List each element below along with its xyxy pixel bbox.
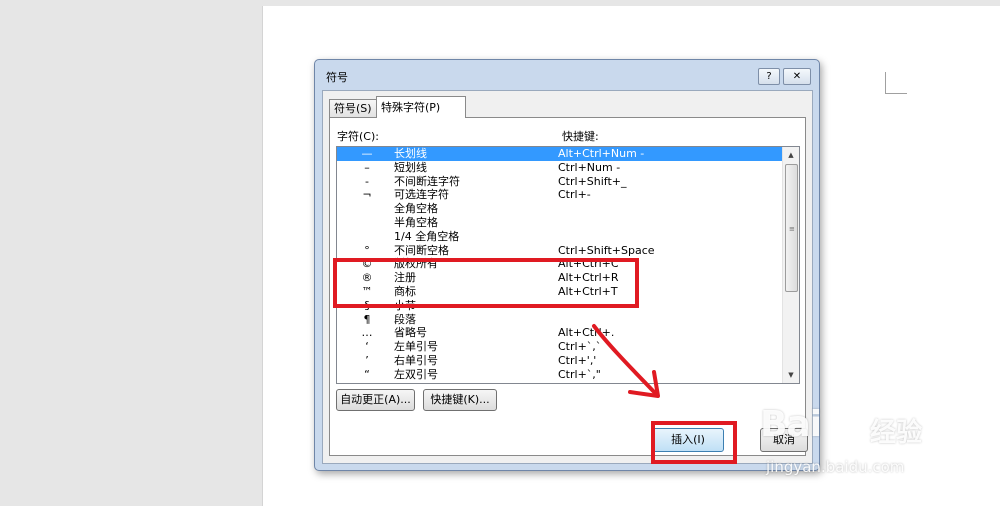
scroll-down-arrow-icon[interactable]: ▼ xyxy=(783,367,799,383)
shortcut-key: Ctrl+- xyxy=(558,188,591,202)
shortcut-key-button[interactable]: 快捷键(K)... xyxy=(423,389,497,411)
list-item[interactable]: ¶ 段落 xyxy=(337,313,783,327)
shortcut-key: Ctrl+Shift+_ xyxy=(558,174,627,188)
dialog-titlebar[interactable]: 符号 ? ✕ xyxy=(315,60,819,90)
annotation-highlight-box xyxy=(333,258,639,308)
character-glyph: … xyxy=(361,326,373,340)
character-name: 左双引号 xyxy=(394,367,438,381)
character-glyph: ’ xyxy=(365,353,369,367)
shortcut-key: Ctrl+Num - xyxy=(558,160,621,174)
list-item[interactable]: ¬ 可选连字符 Ctrl+- xyxy=(337,188,783,202)
character-glyph: — xyxy=(361,147,373,160)
character-name: 段落 xyxy=(394,312,416,326)
shortcut-key: Alt+Ctrl+Num - xyxy=(558,147,645,160)
list-item[interactable]: “左双引号 Ctrl+`," xyxy=(337,368,783,382)
character-name: 短划线 xyxy=(394,160,427,174)
shortcut-key: Ctrl+Shift+Space xyxy=(558,243,655,257)
list-item[interactable]: — 长划线 Alt+Ctrl+Num - xyxy=(337,147,783,161)
character-name: 可选连字符 xyxy=(394,188,449,202)
scrollbar-thumb[interactable]: ≡ xyxy=(785,164,798,292)
page-margin-corner-mark xyxy=(885,72,886,94)
list-item[interactable]: ’ 右单引号 Ctrl+',' xyxy=(337,354,783,368)
baidu-jingyan-watermark: Bai 经验 jingyan.baidu.com xyxy=(760,398,960,498)
character-glyph: “ xyxy=(364,367,370,381)
shortcut-column-header: 快捷键: xyxy=(562,130,599,143)
vertical-scrollbar[interactable]: ▲ ≡ ▼ xyxy=(782,147,799,383)
character-name: 1/4 全角空格 xyxy=(394,229,460,243)
character-name: 不间断连字符 xyxy=(394,174,460,188)
watermark-url: jingyan.baidu.com xyxy=(766,458,905,476)
list-item[interactable]: 1/4 全角空格 xyxy=(337,230,783,244)
character-glyph: ¶ xyxy=(363,312,371,326)
paw-logo-icon xyxy=(844,402,868,432)
list-item[interactable]: 半角空格 xyxy=(337,216,783,230)
character-glyph: – xyxy=(364,160,370,174)
dialog-title: 符号 xyxy=(326,71,348,84)
character-name: 不间断空格 xyxy=(394,243,449,257)
autocorrect-button[interactable]: 自动更正(A)... xyxy=(336,389,415,411)
watermark-text: 经验 xyxy=(870,418,923,448)
character-glyph: ° xyxy=(364,243,370,257)
help-button[interactable]: ? xyxy=(758,68,780,85)
list-item[interactable]: ‘左单引号 Ctrl+`,` xyxy=(337,340,783,354)
character-glyph: ¬ xyxy=(362,188,372,202)
list-item[interactable]: – 短划线 Ctrl+Num - xyxy=(337,161,783,175)
character-name: 全角空格 xyxy=(394,202,438,216)
scroll-up-arrow-icon[interactable]: ▲ xyxy=(783,147,799,163)
character-name: 左单引号 xyxy=(394,340,438,354)
character-name: 长划线 xyxy=(394,147,427,160)
annotation-arrow-icon xyxy=(592,324,660,398)
character-name: 省略号 xyxy=(394,326,427,340)
tab-symbols[interactable]: 符号(S) xyxy=(329,99,377,117)
list-item[interactable]: ° 不间断空格 Ctrl+Shift+Space xyxy=(337,244,783,258)
watermark-logo: Bai xyxy=(760,404,822,445)
tab-special-characters[interactable]: 特殊字符(P) xyxy=(376,96,466,118)
character-glyph: ‘ xyxy=(365,340,369,354)
page-margin-corner-mark xyxy=(885,93,907,94)
character-name: 半角空格 xyxy=(394,215,438,229)
list-item[interactable]: 全角空格 xyxy=(337,202,783,216)
character-glyph: - xyxy=(365,174,369,188)
scroll-grip-icon: ≡ xyxy=(789,225,795,233)
list-item[interactable]: - 不间断连字符 Ctrl+Shift+_ xyxy=(337,175,783,189)
annotation-highlight-box xyxy=(651,421,737,464)
close-button[interactable]: ✕ xyxy=(783,68,811,85)
character-name: 右单引号 xyxy=(394,353,438,367)
list-item[interactable]: … 省略号 Alt+Ctrl+. xyxy=(337,326,783,340)
character-column-header: 字符(C): xyxy=(337,130,379,143)
